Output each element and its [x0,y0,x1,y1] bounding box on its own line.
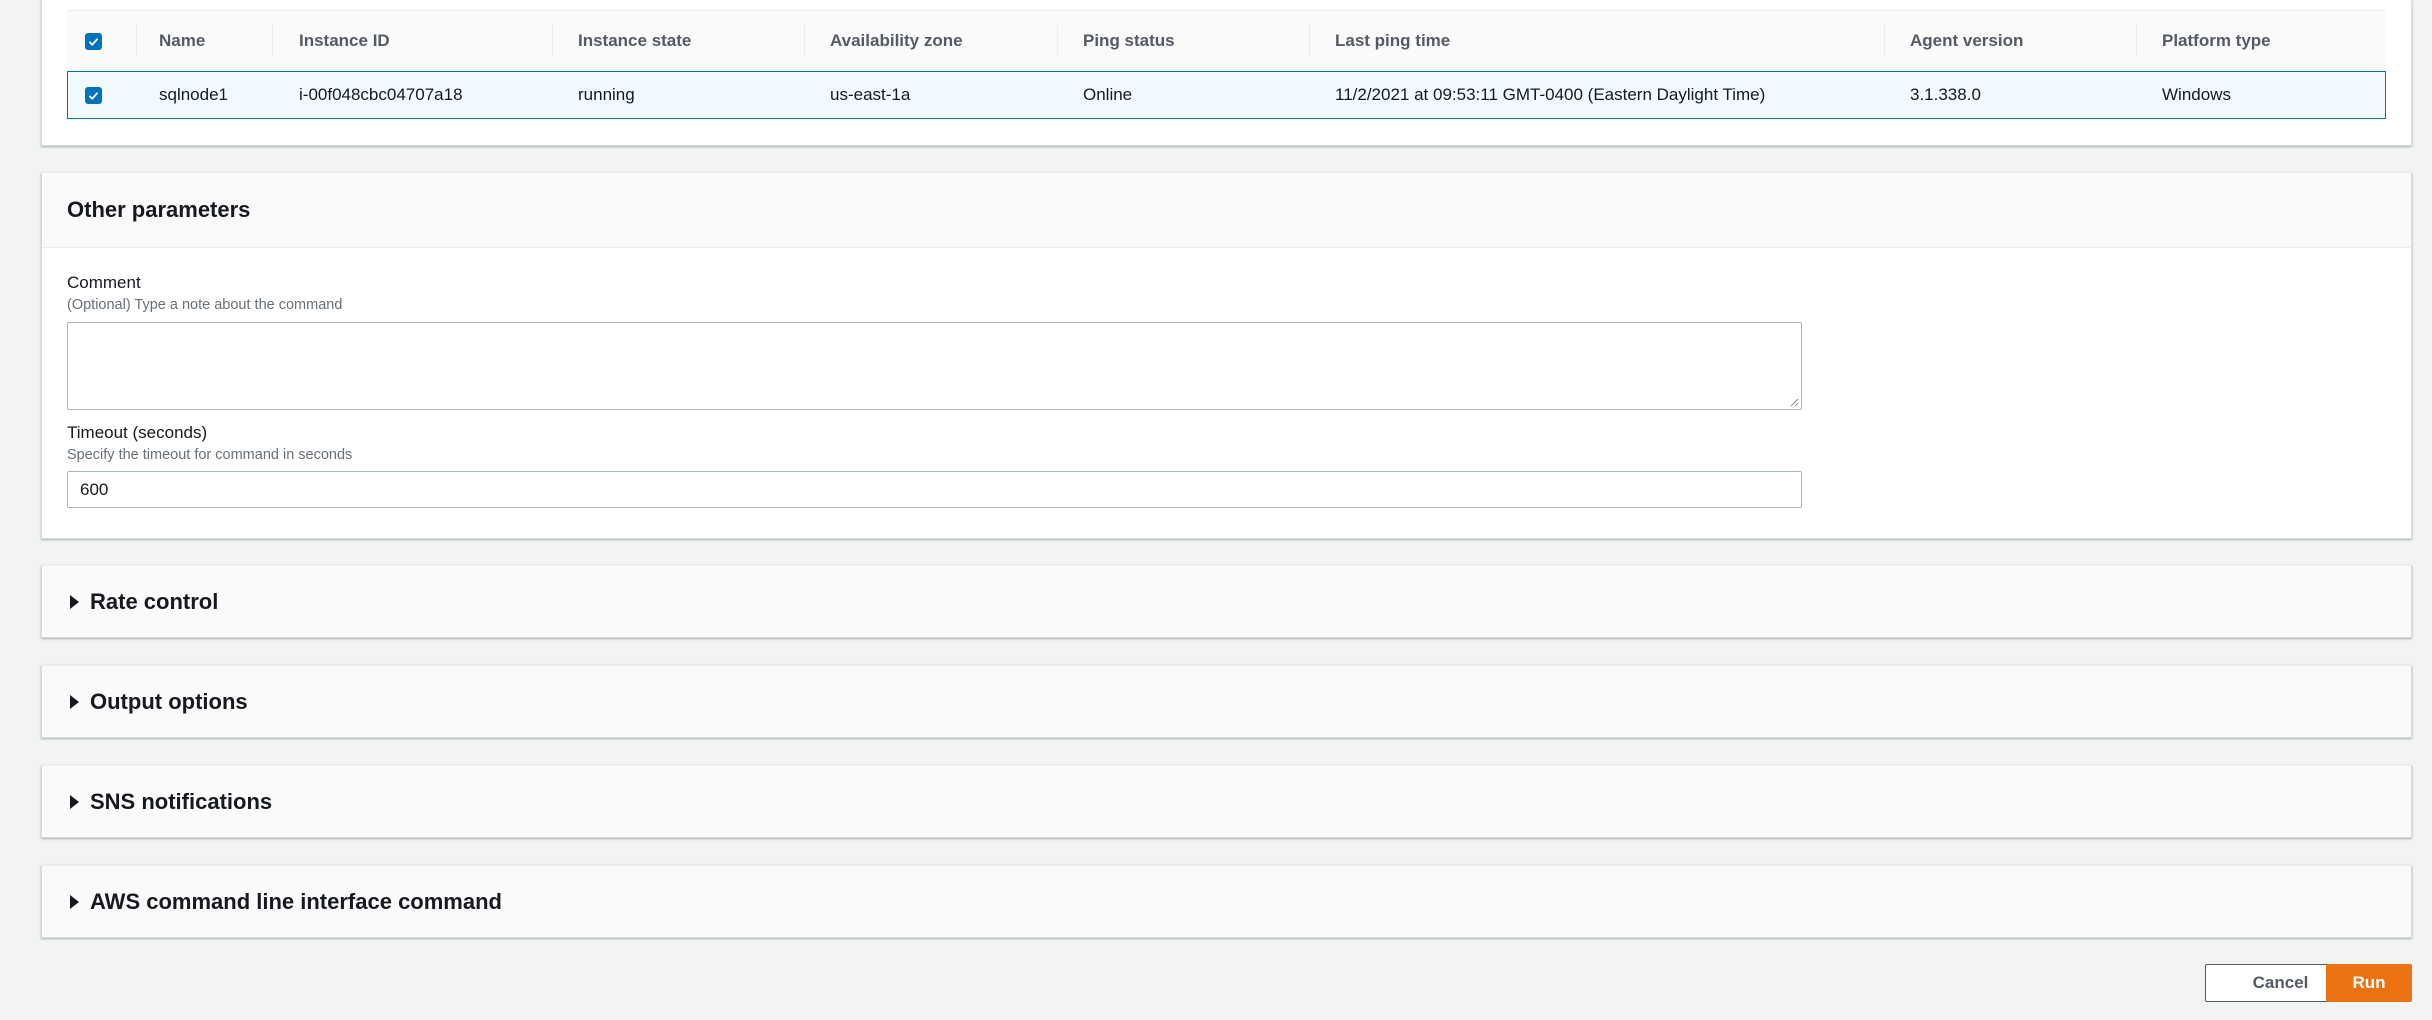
section-heading: SNS notifications [90,788,273,814]
section-title: Other parameters [42,173,2411,248]
section-heading: Output options [90,688,248,714]
timeout-input[interactable]: 600 [67,471,1802,508]
section-heading: Rate control [90,588,219,614]
column-divider [136,25,137,57]
output-options-toggle[interactable]: Output options [70,666,248,737]
column-divider [552,25,553,57]
column-divider [2136,25,2137,57]
comment-description: (Optional) Type a note about the command [67,297,343,313]
cell-platform-type: Windows [2162,85,2231,104]
column-header-instance-id[interactable]: Instance ID [299,11,390,71]
aws-cli-command-toggle[interactable]: AWS command line interface command [70,866,502,937]
rate-control-section[interactable]: Rate control [41,565,2412,638]
section-heading: AWS command line interface command [90,888,502,914]
cell-instance-state: running [578,85,635,104]
cell-name: sqlnode1 [159,85,229,104]
column-divider [1309,25,1310,57]
column-header-ping-status[interactable]: Ping status [1083,11,1175,71]
cell-ping-status: Online [1083,85,1133,104]
column-divider [804,25,805,57]
checkbox-checked-icon [85,86,102,104]
column-header-platform-type[interactable]: Platform type [2162,11,2271,71]
caret-right-icon [70,594,79,609]
aws-cli-command-section[interactable]: AWS command line interface command [41,865,2412,938]
caret-right-icon [70,694,79,709]
instances-table-panel: Name Instance ID Instance state Availabi… [41,0,2412,146]
cell-availability-zone: us-east-1a [830,85,911,104]
rate-control-toggle[interactable]: Rate control [70,566,218,637]
timeout-label: Timeout (seconds) [67,423,208,442]
column-header-name[interactable]: Name [159,11,205,71]
sns-notifications-toggle[interactable]: SNS notifications [70,766,272,837]
resize-handle-icon[interactable] [1790,398,1799,407]
column-header-last-ping-time[interactable]: Last ping time [1335,11,1450,71]
column-header-availability-zone[interactable]: Availability zone [830,11,963,71]
table-header: Name Instance ID Instance state Availabi… [67,10,2386,71]
sns-notifications-section[interactable]: SNS notifications [41,765,2412,838]
caret-right-icon [70,794,79,809]
comment-label: Comment [67,273,141,292]
column-header-instance-state[interactable]: Instance state [578,11,691,71]
select-all-checkbox[interactable] [85,11,102,71]
timeout-description: Specify the timeout for command in secon… [67,447,353,463]
column-divider [1884,25,1885,57]
column-divider [1057,25,1058,57]
cell-agent-version: 3.1.338.0 [1910,85,1981,104]
cell-instance-id: i-00f048cbc04707a18 [299,85,463,104]
cell-last-ping-time: 11/2/2021 at 09:53:11 GMT-0400 (Eastern … [1335,85,1766,104]
other-parameters-panel: Other parameters Comment (Optional) Type… [41,172,2412,539]
row-checkbox[interactable] [85,72,102,118]
table-row[interactable]: sqlnode1 i-00f048cbc04707a18 running us-… [67,71,2386,119]
column-divider [272,25,273,57]
checkbox-checked-icon [85,32,102,50]
caret-right-icon [70,894,79,909]
output-options-section[interactable]: Output options [41,665,2412,738]
column-header-agent-version[interactable]: Agent version [1910,11,2023,71]
run-button[interactable]: Run [2326,964,2412,1002]
comment-textarea[interactable] [67,322,1802,410]
